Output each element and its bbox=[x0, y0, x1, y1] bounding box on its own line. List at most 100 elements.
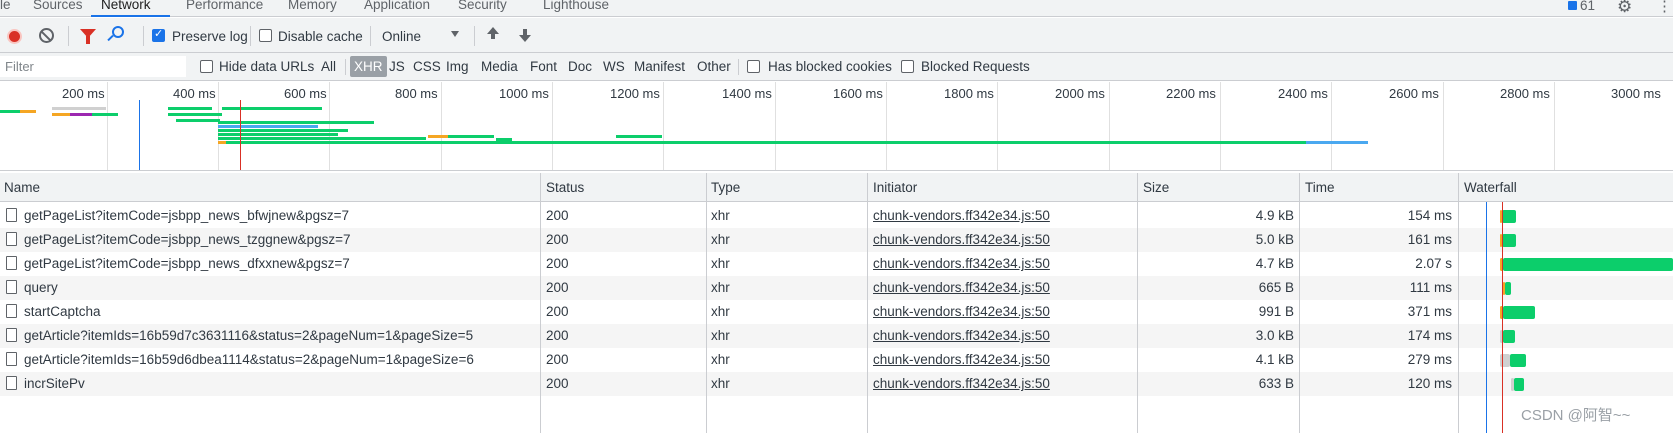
overview-request-bar bbox=[176, 119, 220, 122]
cell-name: incrSitePv bbox=[24, 376, 85, 391]
overview-tick: 1200 ms bbox=[610, 86, 660, 101]
tab-performance[interactable]: Performance bbox=[186, 0, 263, 12]
disable-cache-checkbox[interactable] bbox=[259, 29, 272, 42]
column-divider[interactable] bbox=[1299, 173, 1300, 433]
throttling-select[interactable]: Online bbox=[382, 29, 421, 44]
cell-initiator[interactable]: chunk-vendors.ff342e34.js:50 bbox=[873, 208, 1050, 223]
waterfall-load-line bbox=[1502, 202, 1503, 433]
cell-initiator[interactable]: chunk-vendors.ff342e34.js:50 bbox=[873, 352, 1050, 367]
chevron-down-icon[interactable] bbox=[451, 31, 459, 37]
has-blocked-cookies-checkbox[interactable] bbox=[747, 60, 760, 73]
cell-size: 4.7 kB bbox=[1255, 256, 1294, 271]
type-filter-js[interactable]: JS bbox=[389, 59, 405, 74]
cell-type: xhr bbox=[711, 280, 730, 295]
search-icon[interactable] bbox=[112, 26, 124, 38]
requests-table-header: Name Status Type Initiator Size Time Wat… bbox=[0, 173, 1673, 202]
column-divider[interactable] bbox=[540, 173, 541, 433]
filter-input[interactable] bbox=[0, 56, 186, 77]
devtools-tab-strip: le Sources Network Performance Memory Ap… bbox=[0, 0, 1673, 17]
column-divider[interactable] bbox=[706, 173, 707, 433]
has-blocked-cookies-label: Has blocked cookies bbox=[768, 59, 892, 74]
column-header-status[interactable]: Status bbox=[546, 180, 584, 195]
tab-network[interactable]: Network bbox=[101, 0, 151, 12]
tab-memory[interactable]: Memory bbox=[288, 0, 337, 12]
cell-initiator[interactable]: chunk-vendors.ff342e34.js:50 bbox=[873, 232, 1050, 247]
cell-initiator[interactable]: chunk-vendors.ff342e34.js:50 bbox=[873, 376, 1050, 391]
blocked-requests-checkbox[interactable] bbox=[901, 60, 914, 73]
type-filter-media[interactable]: Media bbox=[481, 59, 518, 74]
type-filter-font[interactable]: Font bbox=[530, 59, 557, 74]
tab-console-partial[interactable]: le bbox=[0, 0, 11, 12]
cell-initiator[interactable]: chunk-vendors.ff342e34.js:50 bbox=[873, 328, 1050, 343]
overview-request-bar bbox=[168, 113, 222, 116]
column-header-name[interactable]: Name bbox=[4, 180, 40, 195]
cell-time: 111 ms bbox=[1409, 280, 1452, 295]
hide-data-urls-checkbox[interactable] bbox=[200, 60, 213, 73]
load-event-marker bbox=[240, 100, 241, 170]
cell-initiator[interactable]: chunk-vendors.ff342e34.js:50 bbox=[873, 304, 1050, 319]
filter-funnel-icon[interactable] bbox=[80, 29, 96, 44]
type-filter-manifest[interactable]: Manifest bbox=[634, 59, 685, 74]
overview-gridline bbox=[1554, 82, 1555, 170]
table-row[interactable]: query 200 xhr chunk-vendors.ff342e34.js:50 6… bbox=[0, 276, 1673, 300]
settings-gear-icon[interactable]: ⚙ bbox=[1617, 0, 1632, 17]
column-divider[interactable] bbox=[1137, 173, 1138, 433]
tab-sources[interactable]: Sources bbox=[33, 0, 83, 12]
type-filter-img[interactable]: Img bbox=[446, 59, 469, 74]
cell-status: 200 bbox=[546, 208, 569, 223]
more-options-icon[interactable]: ⋮ bbox=[1657, 0, 1672, 15]
table-row[interactable]: getPageList?itemCode=jsbpp_news_dfxxnew&… bbox=[0, 252, 1673, 276]
table-row[interactable]: startCaptcha 200 xhr chunk-vendors.ff342e34… bbox=[0, 300, 1673, 324]
cell-size: 3.0 kB bbox=[1255, 328, 1294, 343]
cell-initiator[interactable]: chunk-vendors.ff342e34.js:50 bbox=[873, 280, 1050, 295]
cell-initiator[interactable]: chunk-vendors.ff342e34.js:50 bbox=[873, 256, 1050, 271]
toolbar-divider bbox=[143, 26, 144, 46]
column-divider[interactable] bbox=[867, 173, 868, 433]
document-icon bbox=[6, 232, 17, 246]
filter-divider bbox=[738, 59, 739, 75]
clear-icon[interactable] bbox=[39, 28, 54, 43]
table-row[interactable]: getArticle?itemIds=16b59d7c3631116&statu… bbox=[0, 324, 1673, 348]
overview-gridline bbox=[775, 82, 776, 170]
waterfall-bar bbox=[1502, 210, 1516, 223]
column-header-waterfall[interactable]: Waterfall bbox=[1464, 180, 1517, 195]
overview-request-bar bbox=[168, 107, 212, 110]
type-filter-other[interactable]: Other bbox=[697, 59, 731, 74]
cell-size: 991 B bbox=[1258, 304, 1294, 319]
tab-application[interactable]: Application bbox=[364, 0, 430, 12]
network-overview[interactable]: 200 ms 400 ms 600 ms 800 ms 1000 ms 1200… bbox=[0, 82, 1673, 171]
issues-counter[interactable]: 61 bbox=[1568, 0, 1595, 13]
preserve-log-label: Preserve log bbox=[172, 29, 248, 44]
import-har-icon[interactable] bbox=[487, 27, 499, 39]
type-filter-doc[interactable]: Doc bbox=[568, 59, 592, 74]
waterfall-bar bbox=[1505, 282, 1511, 295]
column-header-initiator[interactable]: Initiator bbox=[873, 180, 917, 195]
overview-request-bar bbox=[0, 110, 20, 113]
column-header-size[interactable]: Size bbox=[1143, 180, 1169, 195]
preserve-log-checkbox[interactable] bbox=[152, 27, 165, 42]
cell-size: 5.0 kB bbox=[1255, 232, 1294, 247]
table-row[interactable]: incrSitePv 200 xhr chunk-vendors.ff342e34.j… bbox=[0, 372, 1673, 396]
overview-request-bar bbox=[1306, 141, 1368, 144]
tab-lighthouse[interactable]: Lighthouse bbox=[543, 0, 609, 12]
tab-security[interactable]: Security bbox=[458, 0, 507, 12]
column-header-time[interactable]: Time bbox=[1305, 180, 1335, 195]
table-row[interactable]: getArticle?itemIds=16b59d6dbea1114&statu… bbox=[0, 348, 1673, 372]
type-filter-all[interactable]: All bbox=[321, 59, 336, 74]
cell-size: 4.1 kB bbox=[1255, 352, 1294, 367]
overview-request-bar bbox=[428, 135, 448, 138]
type-filter-ws[interactable]: WS bbox=[603, 59, 625, 74]
overview-tick: 2200 ms bbox=[1166, 86, 1216, 101]
type-filter-css[interactable]: CSS bbox=[413, 59, 441, 74]
export-har-icon[interactable] bbox=[519, 29, 531, 42]
column-divider[interactable] bbox=[1458, 173, 1459, 433]
type-filter-xhr[interactable]: XHR bbox=[350, 56, 387, 77]
issues-flag-icon bbox=[1568, 1, 1577, 10]
watermark: CSDN @阿智~~ bbox=[1521, 407, 1631, 424]
cell-time: 279 ms bbox=[1407, 352, 1452, 367]
record-icon[interactable] bbox=[7, 29, 22, 44]
table-row[interactable]: getPageList?itemCode=jsbpp_news_bfwjnew&… bbox=[0, 204, 1673, 228]
table-row[interactable]: getPageList?itemCode=jsbpp_news_tzggnew&… bbox=[0, 228, 1673, 252]
overview-request-bar bbox=[616, 135, 662, 138]
column-header-type[interactable]: Type bbox=[711, 180, 740, 195]
